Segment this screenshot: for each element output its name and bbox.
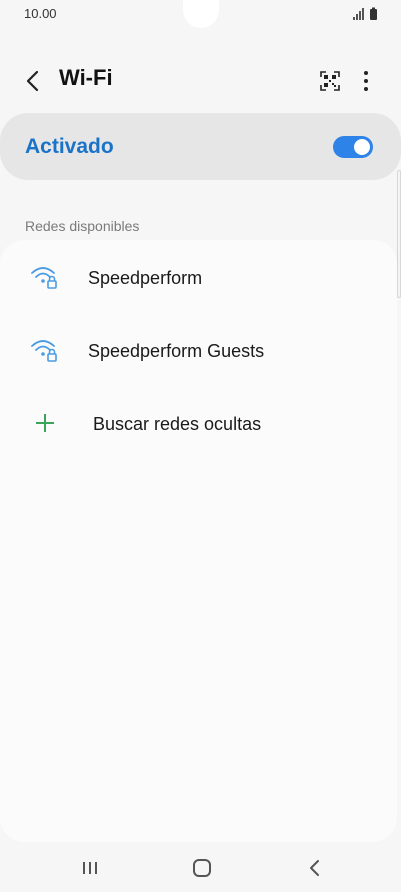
camera-notch <box>183 0 219 28</box>
wifi-locked-icon <box>30 337 60 363</box>
wifi-locked-icon <box>30 264 60 290</box>
back-icon <box>310 860 319 876</box>
hidden-networks-label: Buscar redes ocultas <box>93 414 262 434</box>
nav-back-button[interactable] <box>301 854 329 882</box>
status-icons <box>353 7 379 26</box>
more-options-button[interactable] <box>356 67 376 95</box>
home-icon <box>193 859 211 877</box>
app-bar: Wi-Fi <box>0 55 401 107</box>
chevron-left-icon <box>26 70 39 92</box>
back-button[interactable] <box>20 67 48 95</box>
qr-code-icon <box>320 71 340 91</box>
wifi-master-switch[interactable]: Activado <box>0 113 401 180</box>
battery-icon <box>370 7 377 20</box>
more-vertical-icon <box>364 71 368 91</box>
home-button[interactable] <box>188 854 216 882</box>
networks-list: Speedperform Speedperform Guests Buscar … <box>0 240 397 842</box>
page-title: Wi-Fi <box>59 65 113 90</box>
network-row[interactable]: Speedperform Guests <box>0 315 397 385</box>
status-bar: 10.00 <box>0 0 401 30</box>
signal-icon <box>353 8 364 20</box>
status-time: 10.00 <box>24 6 57 21</box>
network-name: Speedperform Guests <box>88 341 265 361</box>
recent-apps-button[interactable] <box>76 854 104 882</box>
plus-icon <box>34 412 64 438</box>
navigation-bar <box>0 842 401 892</box>
toggle-knob <box>354 139 370 155</box>
qr-code-button[interactable] <box>318 69 342 93</box>
add-hidden-network-row[interactable]: Buscar redes ocultas <box>0 388 397 458</box>
network-row[interactable]: Speedperform <box>0 242 397 312</box>
scrollbar[interactable] <box>397 170 401 298</box>
section-title: Redes disponibles <box>25 218 140 234</box>
recent-apps-icon <box>83 862 97 874</box>
master-switch-label: Activado <box>25 135 114 158</box>
wifi-toggle[interactable] <box>333 136 373 158</box>
network-name: Speedperform <box>88 268 203 288</box>
